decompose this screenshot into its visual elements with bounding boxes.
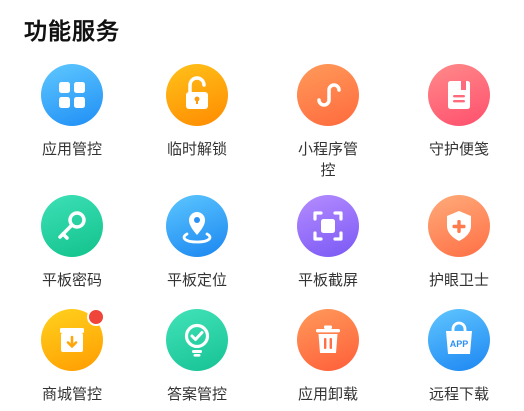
- section-title: 功能服务: [24, 19, 120, 45]
- tile-label: 应用管控: [41, 140, 102, 158]
- shield-plus-icon: [428, 195, 490, 257]
- tile-guardian-note[interactable]: 守护便笺: [404, 64, 514, 160]
- tile-app-uninstall[interactable]: 应用卸载: [273, 309, 383, 405]
- tile-remote-download[interactable]: APP 远程下载: [404, 309, 514, 405]
- tile-answer-control[interactable]: 答案管控: [142, 309, 252, 405]
- tile-label: 护眼卫士: [428, 271, 489, 289]
- notebook-icon: [428, 64, 490, 126]
- tile-temp-unlock[interactable]: 临时解锁: [142, 64, 252, 160]
- tile-label: 守护便笺: [428, 140, 489, 158]
- trash-icon: [297, 309, 359, 371]
- location-pin-icon: [166, 195, 228, 257]
- check-bulb-icon: [166, 309, 228, 371]
- tile-label: 临时解锁: [166, 140, 227, 158]
- tile-label: 平板密码: [41, 271, 102, 289]
- tile-mini-program-control[interactable]: 小程序管控: [273, 64, 383, 181]
- tile-tablet-password[interactable]: 平板密码: [17, 195, 127, 291]
- tile-label: 远程下载: [428, 385, 489, 403]
- unlock-icon: [166, 64, 228, 126]
- tile-label: 答案管控: [166, 385, 227, 403]
- key-icon: [41, 195, 103, 257]
- app-bag-text: APP: [450, 339, 469, 349]
- screenshot-icon: [297, 195, 359, 257]
- tile-label: 应用卸载: [297, 385, 358, 403]
- tile-tablet-location[interactable]: 平板定位: [142, 195, 252, 291]
- tile-store-control[interactable]: 商城管控: [17, 308, 127, 405]
- notification-badge-dot: [87, 308, 105, 326]
- tile-label: 平板定位: [166, 271, 227, 289]
- grid-apps-icon: [41, 64, 103, 126]
- tile-label: 小程序管控: [297, 140, 358, 179]
- store-box-icon: [41, 308, 105, 371]
- mini-program-icon: [297, 64, 359, 126]
- tile-tablet-screenshot[interactable]: 平板截屏: [273, 195, 383, 291]
- tile-label: 平板截屏: [297, 271, 358, 289]
- tile-label: 商城管控: [41, 385, 102, 403]
- app-bag-icon: APP: [428, 309, 490, 371]
- tile-eye-guard[interactable]: 护眼卫士: [404, 195, 514, 291]
- tile-app-control[interactable]: 应用管控: [17, 64, 127, 160]
